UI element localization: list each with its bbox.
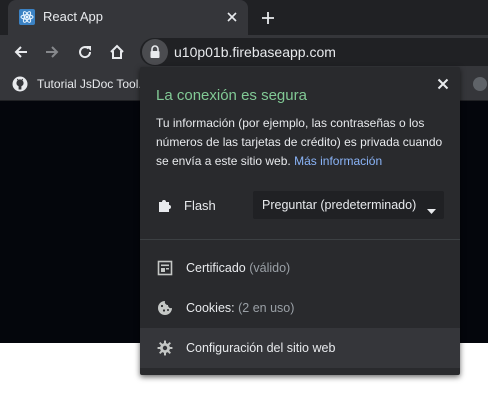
cookie-icon <box>157 300 173 316</box>
lock-icon[interactable] <box>142 39 168 65</box>
home-icon[interactable] <box>108 43 126 61</box>
plus-icon[interactable] <box>260 10 276 26</box>
cookies-item[interactable]: Cookies: (2 en uso) <box>140 288 460 328</box>
bookmark-icon[interactable] <box>472 76 488 92</box>
toolbar: u10p01b.firebaseapp.com <box>0 35 488 68</box>
permission-row-flash: Flash Preguntar (predeterminado) <box>140 188 460 222</box>
site-settings-item[interactable]: Configuración del sitio web <box>140 328 460 368</box>
cookies-count: (2 en uso) <box>238 301 295 315</box>
popup-title: La conexión es segura <box>156 87 307 104</box>
address-bar[interactable]: u10p01b.firebaseapp.com <box>140 38 488 66</box>
certificate-item[interactable]: Certificado (válido) <box>140 248 460 288</box>
url-text: u10p01b.firebaseapp.com <box>174 44 336 60</box>
close-icon[interactable] <box>225 10 239 24</box>
chevron-down-icon <box>427 202 436 214</box>
site-info-popup: La conexión es segura Tu información (po… <box>140 67 460 375</box>
popup-description: Tu información (por ejemplo, las contras… <box>156 114 446 171</box>
tab-react-app[interactable]: React App <box>8 0 248 35</box>
reload-icon[interactable] <box>76 43 94 61</box>
select-value: Preguntar (predeterminado) <box>262 198 417 212</box>
tab-strip: React App <box>0 0 488 35</box>
menu-item-label: Cookies: (2 en uso) <box>186 301 294 315</box>
arrow-left-icon[interactable] <box>12 43 30 61</box>
gear-icon <box>157 340 173 356</box>
divider <box>140 239 460 240</box>
certificate-status: (válido) <box>249 261 291 275</box>
certificate-label: Certificado <box>186 261 246 275</box>
site-settings-label: Configuración del sitio web <box>186 341 336 355</box>
cookies-label: Cookies: <box>186 301 235 315</box>
permission-label: Flash <box>184 198 216 213</box>
close-icon[interactable] <box>436 77 450 91</box>
bookmark-label: Tutorial JsDoc Tool... <box>37 77 149 91</box>
puzzle-icon <box>157 197 173 213</box>
github-icon <box>12 76 28 92</box>
tab-title: React App <box>43 9 103 24</box>
arrow-right-icon[interactable] <box>43 43 61 61</box>
more-info-link[interactable]: Más información <box>294 154 382 168</box>
react-icon <box>19 9 35 25</box>
flash-permission-select[interactable]: Preguntar (predeterminado) <box>253 191 444 219</box>
menu-item-label: Certificado (válido) <box>186 261 290 275</box>
certificate-icon <box>157 260 173 276</box>
